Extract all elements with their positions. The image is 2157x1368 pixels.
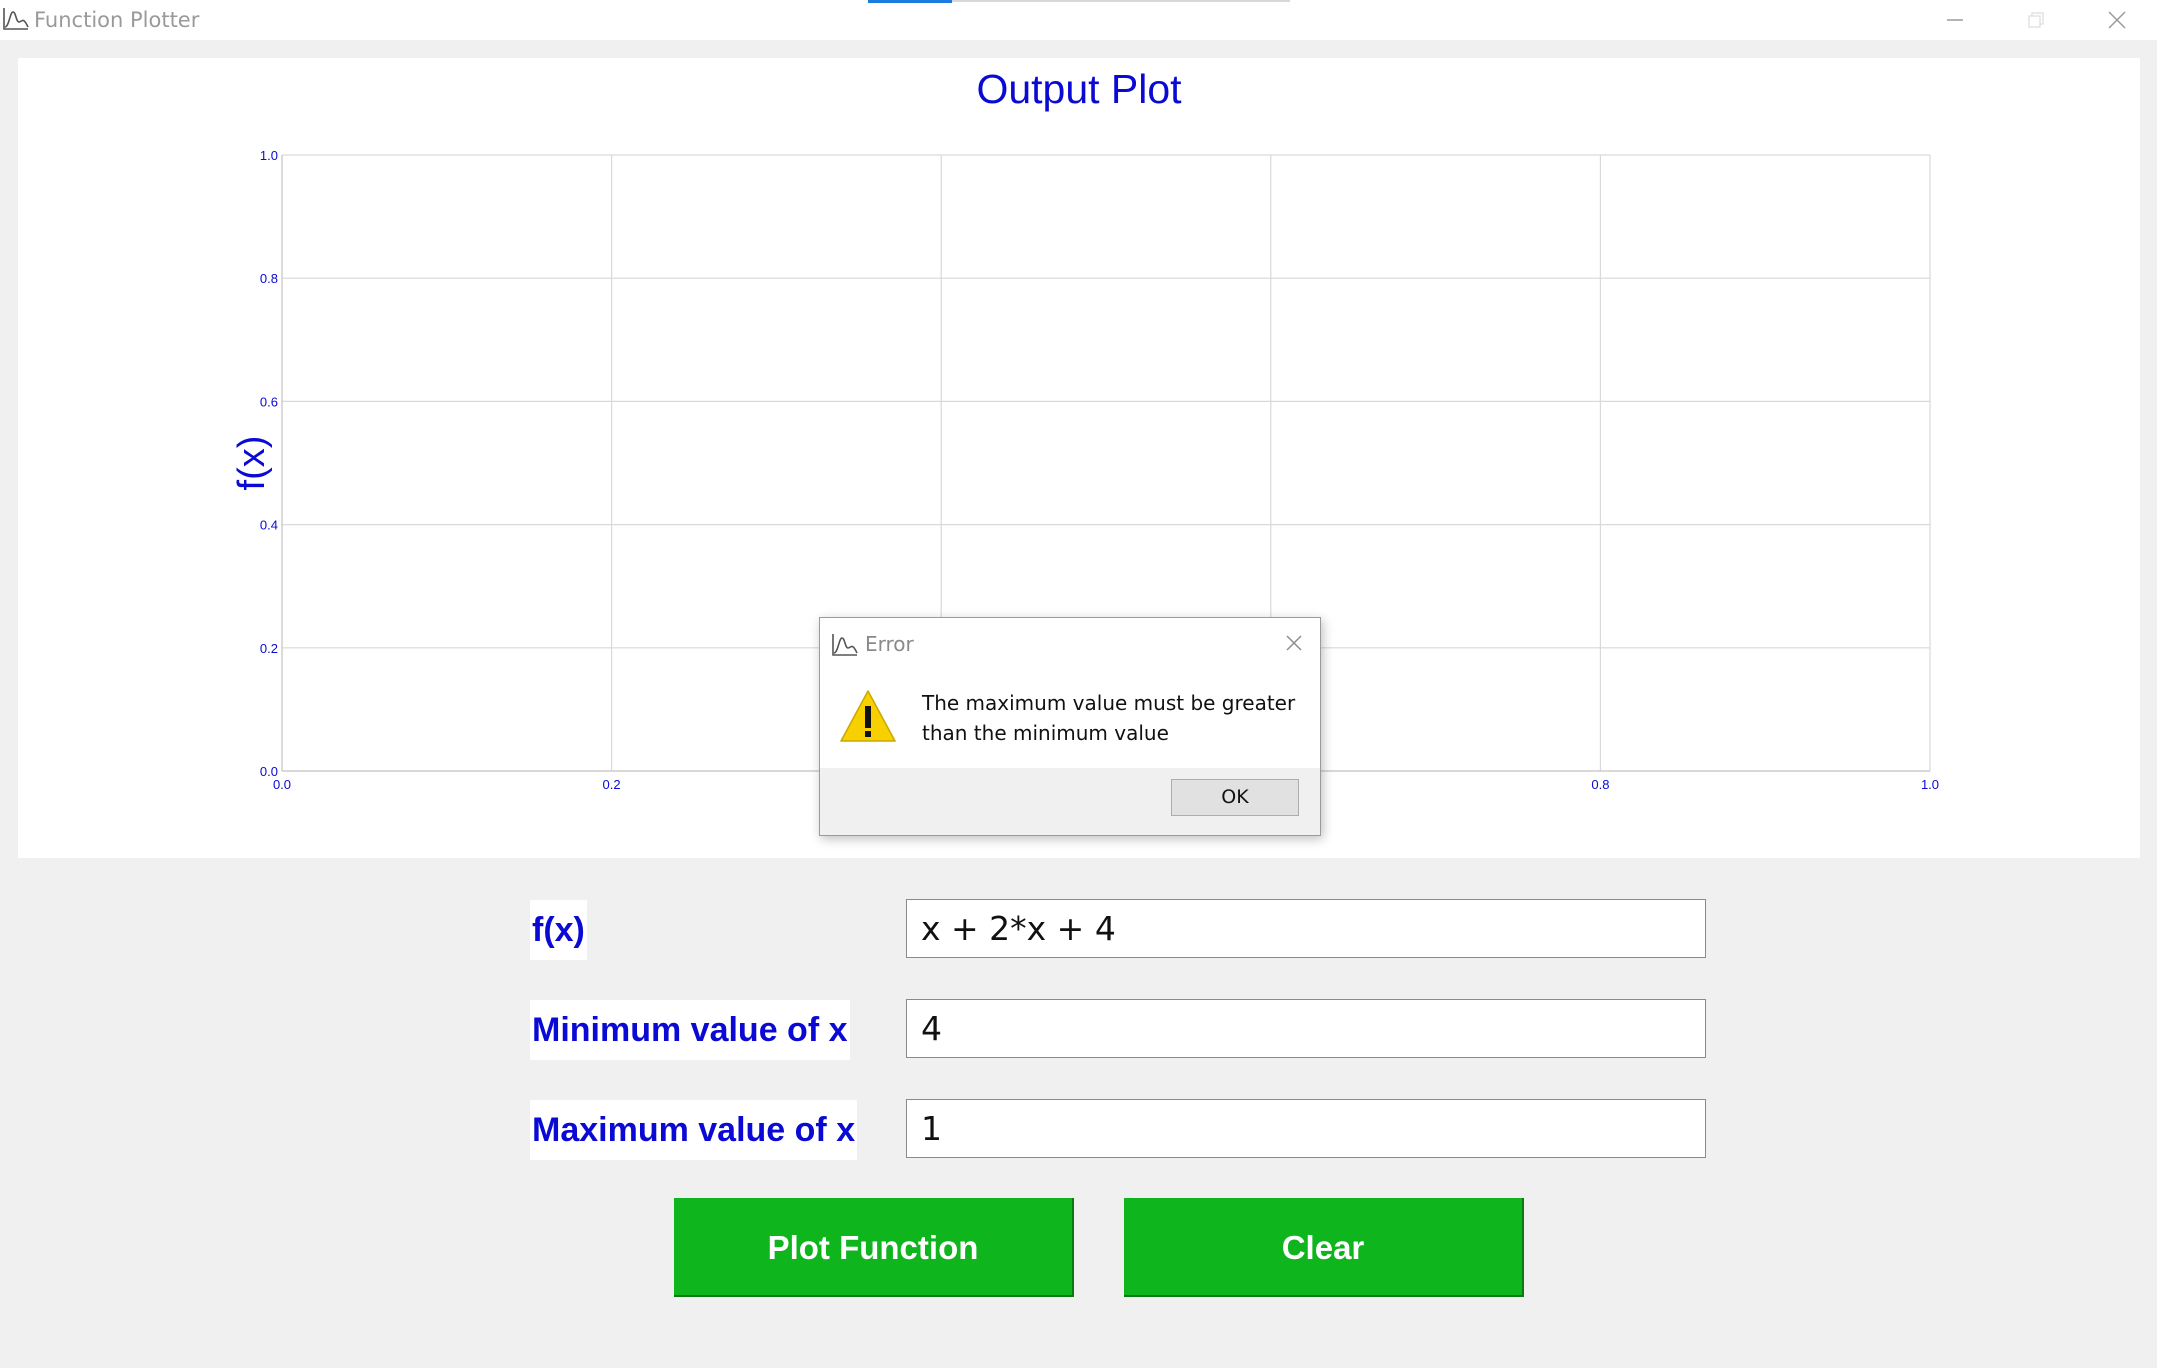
dialog-message: The maximum value must be greater than t… <box>922 688 1302 748</box>
dialog-footer: OK <box>820 768 1320 835</box>
dialog-message-line2: than the minimum value <box>922 721 1169 745</box>
title-bar: Function Plotter <box>0 0 2157 40</box>
function-plotter-window: Function Plotter Output Plot 0.00.20.40.… <box>0 0 2157 1368</box>
y-tick-label: 0.2 <box>260 641 278 656</box>
max-x-label: Maximum value of x <box>530 1100 858 1160</box>
minimize-button[interactable] <box>1915 0 1995 40</box>
y-axis-label: f(x) <box>231 436 273 491</box>
maximize-button[interactable] <box>1996 0 2076 40</box>
plot-function-button[interactable]: Plot Function <box>674 1198 1074 1297</box>
min-x-input[interactable]: 4 <box>906 999 1706 1058</box>
ok-button[interactable]: OK <box>1171 779 1299 816</box>
close-icon <box>2108 11 2126 29</box>
y-tick-label: 1.0 <box>260 148 278 163</box>
x-tick-label: 0.2 <box>603 777 621 792</box>
y-tick-label: 0.6 <box>260 394 278 409</box>
fx-input[interactable]: x + 2*x + 4 <box>906 899 1706 958</box>
restore-icon <box>2028 12 2044 28</box>
function-plotter-icon <box>3 8 29 30</box>
minimize-icon <box>1947 19 1963 21</box>
x-tick-label: 0.8 <box>1591 777 1609 792</box>
close-button[interactable] <box>2077 0 2157 40</box>
window-title: Function Plotter <box>34 8 200 32</box>
warning-icon <box>840 690 896 742</box>
min-x-label: Minimum value of x <box>530 1000 850 1060</box>
error-dialog: Error The maximum value must be greater … <box>819 617 1321 836</box>
dialog-title: Error <box>865 632 914 656</box>
dialog-close-icon[interactable] <box>1283 632 1305 654</box>
y-tick-label: 0.0 <box>260 764 278 779</box>
x-tick-label: 1.0 <box>1921 777 1939 792</box>
function-plotter-icon <box>832 634 858 656</box>
tab-indicator <box>868 0 952 3</box>
y-tick-label: 0.8 <box>260 271 278 286</box>
dialog-message-line1: The maximum value must be greater <box>922 691 1296 715</box>
x-tick-label: 0.0 <box>273 777 291 792</box>
clear-button[interactable]: Clear <box>1124 1198 1524 1297</box>
fx-label: f(x) <box>530 900 587 960</box>
max-x-input[interactable]: 1 <box>906 1099 1706 1158</box>
y-tick-label: 0.4 <box>260 518 278 533</box>
